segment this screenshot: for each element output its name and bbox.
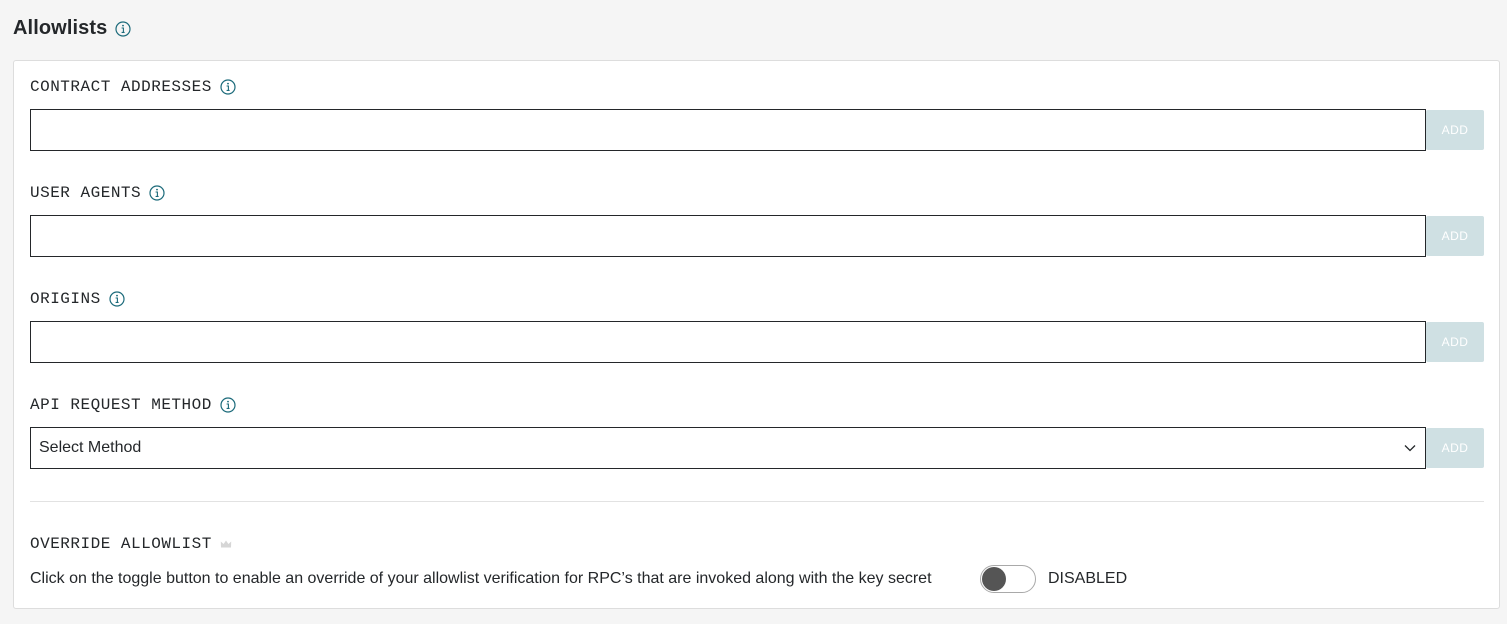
toggle-status: DISABLED [1048, 570, 1128, 587]
user-agents-label-text: USER AGENTS [30, 184, 142, 202]
user-agents-add-button[interactable]: ADD [1426, 216, 1484, 256]
origins-label: ORIGINS [30, 290, 125, 308]
api-request-method-label: API REQUEST METHOD [30, 396, 236, 414]
chevron-down-icon [1403, 441, 1417, 455]
contract-addresses-input[interactable] [30, 109, 1426, 151]
info-icon[interactable] [149, 185, 165, 201]
contract-addresses-label: CONTRACT ADDRESSES [30, 78, 236, 96]
override-toggle[interactable] [980, 565, 1036, 593]
contract-addresses-label-text: CONTRACT ADDRESSES [30, 78, 212, 96]
origins-add-button[interactable]: ADD [1426, 322, 1484, 362]
toggle-knob [982, 567, 1006, 591]
origins-input[interactable] [30, 321, 1426, 363]
api-request-method-add-button[interactable]: ADD [1426, 428, 1484, 468]
info-icon[interactable] [115, 20, 131, 37]
api-request-method-label-text: API REQUEST METHOD [30, 396, 212, 414]
info-icon[interactable] [220, 79, 236, 95]
override-allowlist-label-text: OVERRIDE ALLOWLIST [30, 535, 212, 553]
allowlists-heading: Allowlists [13, 17, 108, 39]
page-title: Allowlists [13, 17, 131, 40]
api-request-method-select[interactable]: Select Method [30, 427, 1426, 469]
user-agents-input[interactable] [30, 215, 1426, 257]
divider [30, 501, 1484, 502]
select-method-value: Select Method [39, 439, 142, 456]
user-agents-label: USER AGENTS [30, 184, 165, 202]
info-icon[interactable] [220, 397, 236, 413]
contract-addresses-add-button[interactable]: ADD [1426, 110, 1484, 150]
crown-icon [220, 538, 232, 550]
override-allowlist-label: OVERRIDE ALLOWLIST [30, 535, 232, 553]
info-icon[interactable] [109, 291, 125, 307]
origins-label-text: ORIGINS [30, 290, 101, 308]
allowlists-card: CONTRACT ADDRESSES ADD USER AGENTS ADD O… [13, 60, 1500, 609]
override-description: Click on the toggle button to enable an … [30, 570, 932, 587]
